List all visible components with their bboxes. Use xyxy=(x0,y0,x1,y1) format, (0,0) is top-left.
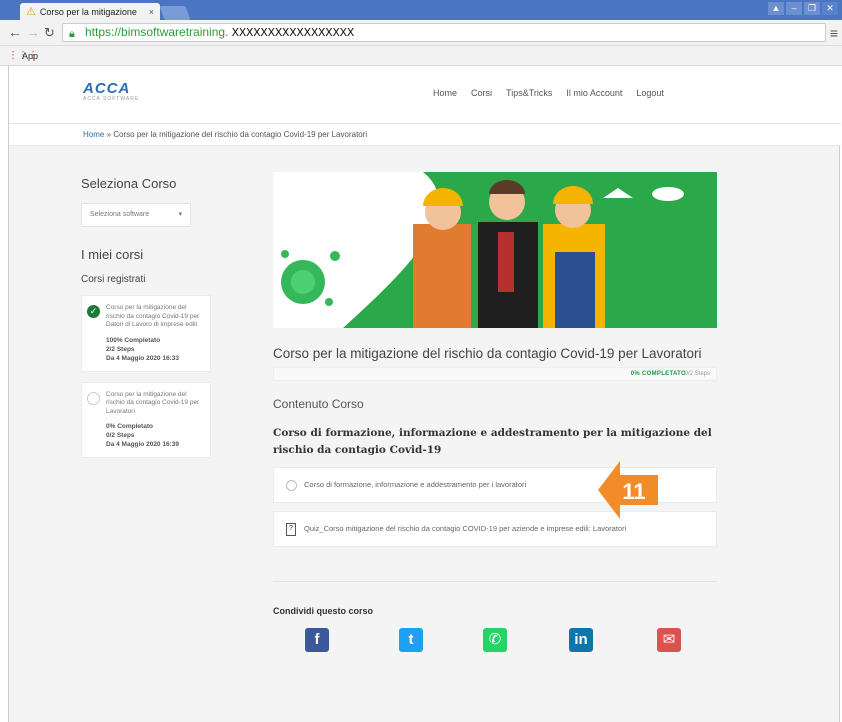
site-header: ACCA ACCA SOFTWARE Home Corsi Tips&Trick… xyxy=(9,66,841,124)
progress-label: 0% COMPLETATO xyxy=(630,371,686,377)
address-bar[interactable]: 🔒︎ https://bimsoftwaretraining. XXXXXXXX… xyxy=(62,23,826,42)
user-icon[interactable]: ▲ xyxy=(768,2,784,15)
warning-icon: ⚠ xyxy=(26,6,36,18)
browser-menu-icon[interactable]: ≡ xyxy=(830,25,838,41)
minimize-icon[interactable]: – xyxy=(786,2,802,15)
main-nav: Home Corsi Tips&Tricks Il mio Account Lo… xyxy=(433,88,664,98)
course-main: Corso per la mitigazione del rischio da … xyxy=(273,172,717,654)
nav-corsi[interactable]: Corsi xyxy=(471,88,492,98)
linkedin-icon[interactable]: in xyxy=(569,628,593,652)
apps-bookmark[interactable]: App xyxy=(22,51,38,61)
logo-subtext: ACCA SOFTWARE xyxy=(83,96,140,102)
course-card[interactable]: ✓ Corso per la mitigazione del rischio d… xyxy=(81,295,211,372)
back-arrow-icon[interactable]: ← xyxy=(8,24,22,40)
url-host-part: XXXXXXXXXXXXXXXXX xyxy=(231,26,355,40)
page: ACCA ACCA SOFTWARE Home Corsi Tips&Trick… xyxy=(8,66,841,722)
completed-check-icon: ✓ xyxy=(87,305,100,318)
bookmarks-bar: ⋮⋮⋮ App xyxy=(0,46,842,66)
browser-tab[interactable]: ⚠ Corso per la mitigazione × xyxy=(20,3,160,20)
tab-title: Corso per la mitigazione xyxy=(39,6,137,17)
course-card-title[interactable]: Corso per la mitigazione del rischio da … xyxy=(106,304,204,330)
divider xyxy=(273,581,717,582)
forward-arrow-icon[interactable]: → xyxy=(26,24,40,40)
reload-icon[interactable]: ↻ xyxy=(44,25,55,41)
lesson-label[interactable]: Corso di formazione, informazione e adde… xyxy=(304,480,526,489)
course-progress-bar: 0% COMPLETATO 0/2 Steps xyxy=(273,367,717,381)
course-card-steps: 0/2 Steps xyxy=(106,432,135,439)
incomplete-circle-icon xyxy=(87,391,100,405)
course-card-title[interactable]: Corso per la mitigazione del rischio da … xyxy=(106,391,204,417)
lock-icon: 🔒︎ xyxy=(69,28,75,40)
chevron-down-icon: ▾ xyxy=(178,211,182,218)
section-title: Corso di formazione, informazione e adde… xyxy=(273,427,712,456)
course-card-status: 0% Completato xyxy=(106,423,153,430)
course-card-date: Da 4 Maggio 2020 16:33 xyxy=(106,354,179,362)
breadcrumb-separator: » xyxy=(106,130,112,139)
url-secure-part: https://bimsoftwaretraining. xyxy=(85,25,229,39)
quiz-label[interactable]: Quiz_Corso mitigazione del rischio da co… xyxy=(304,524,626,533)
breadcrumb: Home » Corso per la mitigazione del risc… xyxy=(9,124,841,146)
course-card-date: Da 4 Maggio 2020 16:39 xyxy=(106,441,179,448)
tab-close-icon[interactable]: × xyxy=(149,7,154,17)
course-card[interactable]: Corso per la mitigazione del rischio da … xyxy=(81,381,211,458)
whatsapp-icon[interactable]: ✆ xyxy=(483,628,507,652)
nav-logout[interactable]: Logout xyxy=(636,88,664,98)
annotation-marker: 11 xyxy=(598,461,658,519)
logo-text: ACCA xyxy=(83,80,131,97)
registered-courses-heading: Corsi registrati xyxy=(81,274,146,285)
software-select[interactable]: Seleziona software ▾ xyxy=(81,203,191,227)
select-course-heading: Seleziona Corso xyxy=(81,176,177,191)
software-select-value: Seleziona software xyxy=(90,211,150,218)
nav-home[interactable]: Home xyxy=(433,88,457,98)
my-courses-heading: I miei corsi xyxy=(81,247,144,262)
course-card-status: 100% Completato xyxy=(106,336,161,344)
course-content-heading: Contenuto Corso xyxy=(273,397,364,411)
incomplete-circle-icon xyxy=(286,480,297,491)
quiz-icon: ? xyxy=(286,523,296,536)
window-controls: ▲ – ❐ ✕ xyxy=(768,2,838,15)
email-icon[interactable]: ✉ xyxy=(657,628,681,652)
share-heading: Condividi questo corso xyxy=(273,606,374,616)
nav-account[interactable]: Il mio Account xyxy=(566,88,622,98)
nav-tips-tricks[interactable]: Tips&Tricks xyxy=(506,88,552,98)
restore-icon[interactable]: ❐ xyxy=(804,2,820,15)
course-card-steps: 2/2 Steps xyxy=(106,345,135,353)
close-window-icon[interactable]: ✕ xyxy=(822,2,838,15)
annotation-number: 11 xyxy=(622,479,645,504)
browser-titlebar: ⚠ Corso per la mitigazione × ▲ – ❐ ✕ xyxy=(0,0,842,20)
share-buttons: f t ✆ in ✉ xyxy=(273,628,717,654)
new-tab-button[interactable] xyxy=(159,6,191,20)
sidebar: Seleziona Corso Seleziona software ▾ I m… xyxy=(81,176,211,458)
facebook-icon[interactable]: f xyxy=(305,628,329,652)
progress-steps: 0/2 Steps xyxy=(684,371,710,377)
course-banner-image xyxy=(273,172,717,328)
acca-logo[interactable]: ACCA ACCA SOFTWARE xyxy=(83,80,153,104)
workers-illustration xyxy=(273,172,684,328)
breadcrumb-current: Corso per la mitigazione del rischio da … xyxy=(113,130,368,139)
page-title: Corso per la mitigazione del rischio da … xyxy=(273,346,702,361)
breadcrumb-home[interactable]: Home xyxy=(83,130,104,139)
browser-toolbar: ← → ↻ 🔒︎ https://bimsoftwaretraining. XX… xyxy=(0,20,842,46)
twitter-icon[interactable]: t xyxy=(399,628,423,652)
